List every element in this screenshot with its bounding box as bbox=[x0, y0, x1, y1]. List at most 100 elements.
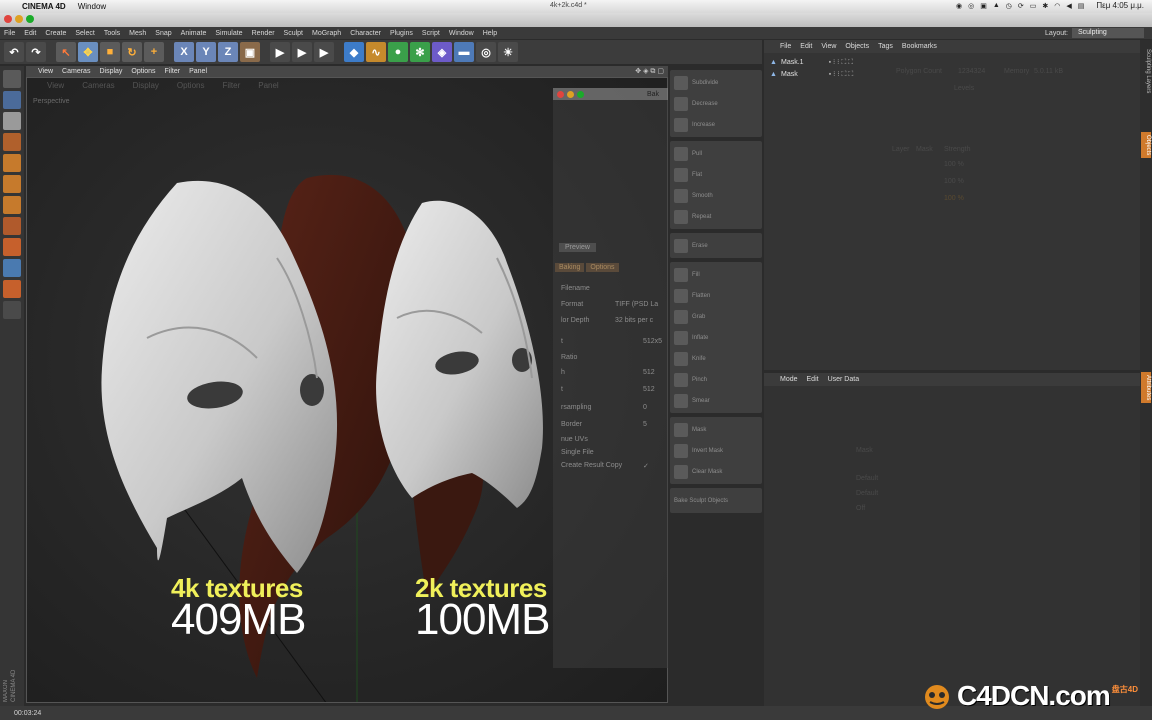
light-icon[interactable]: ☀ bbox=[498, 42, 518, 62]
time-machine-icon[interactable]: ◷ bbox=[1006, 2, 1012, 10]
tray-icon[interactable]: ◎ bbox=[968, 2, 974, 10]
add-icon[interactable]: + bbox=[144, 42, 164, 62]
sculpt-tool-clear-mask[interactable]: Clear Mask bbox=[670, 461, 762, 482]
bake-tab-options[interactable]: Options bbox=[586, 263, 619, 272]
objmgr-menu-bookmarks[interactable]: Bookmarks bbox=[902, 43, 937, 50]
app-menu[interactable]: CINEMA 4D bbox=[22, 2, 66, 11]
cube-icon[interactable]: ◆ bbox=[344, 42, 364, 62]
attrmgr-menu-edit[interactable]: Edit bbox=[807, 376, 819, 383]
array-icon[interactable]: ✻ bbox=[410, 42, 430, 62]
bake-width-field[interactable]: 512 bbox=[643, 369, 655, 376]
sculpt-tool-bake[interactable]: Bake Sculpt Objects bbox=[670, 490, 762, 511]
zoom-button[interactable] bbox=[26, 15, 34, 23]
workplane-icon[interactable] bbox=[3, 133, 21, 151]
spline-icon[interactable]: ∿ bbox=[366, 42, 386, 62]
display-icon[interactable]: ▭ bbox=[1030, 2, 1037, 10]
edges-mode-icon[interactable] bbox=[3, 175, 21, 193]
sculpt-tool-fill[interactable]: Fill bbox=[670, 264, 762, 285]
menu-file[interactable]: File bbox=[4, 30, 15, 37]
viewport-menu-filter[interactable]: Filter bbox=[165, 68, 181, 75]
layout-select[interactable]: Sculpting bbox=[1072, 28, 1144, 38]
points-mode-icon[interactable] bbox=[3, 154, 21, 172]
menu-select[interactable]: Select bbox=[75, 30, 94, 37]
menu-window[interactable]: Window bbox=[449, 30, 474, 37]
sculpt-tool-erase[interactable]: Erase bbox=[670, 235, 762, 256]
attrmgr-menu-mode[interactable]: Mode bbox=[780, 376, 798, 383]
y-axis-icon[interactable]: Y bbox=[196, 42, 216, 62]
viewport-menu-cameras[interactable]: Cameras bbox=[62, 68, 90, 75]
menu-mograph[interactable]: MoGraph bbox=[312, 30, 341, 37]
menu-tools[interactable]: Tools bbox=[104, 30, 120, 37]
bake-create-copy-checkbox[interactable]: ✓ bbox=[643, 462, 649, 470]
render-settings-icon[interactable]: ▶ bbox=[314, 42, 334, 62]
viewport-menu-options[interactable]: Options bbox=[131, 68, 155, 75]
bake-row-value[interactable]: 512x5 bbox=[643, 338, 662, 345]
menu-script[interactable]: Script bbox=[422, 30, 440, 37]
menu-snap[interactable]: Snap bbox=[155, 30, 171, 37]
deformer-icon[interactable]: ◈ bbox=[432, 42, 452, 62]
redo-icon[interactable]: ↷ bbox=[26, 42, 46, 62]
menu-character[interactable]: Character bbox=[350, 30, 381, 37]
bake-depth-select[interactable]: 32 bits per c bbox=[615, 317, 653, 324]
make-editable-icon[interactable] bbox=[3, 70, 21, 88]
planar-workplane-icon[interactable] bbox=[3, 301, 21, 319]
wifi-icon[interactable]: ◠ bbox=[1054, 2, 1060, 10]
model-mode-icon[interactable] bbox=[3, 91, 21, 109]
tab-attributes[interactable]: Attributes bbox=[1141, 372, 1151, 404]
objmgr-menu-file[interactable]: File bbox=[780, 43, 791, 50]
sculpt-tool-smooth[interactable]: Smooth bbox=[670, 185, 762, 206]
bake-format-select[interactable]: TIFF (PSD La bbox=[615, 301, 658, 308]
menu-sculpt[interactable]: Sculpt bbox=[284, 30, 303, 37]
volume-icon[interactable]: ◀ bbox=[1066, 2, 1071, 10]
menu-plugins[interactable]: Plugins bbox=[390, 30, 413, 37]
menu-create[interactable]: Create bbox=[45, 30, 66, 37]
sculpt-tool-knife[interactable]: Knife bbox=[670, 348, 762, 369]
tray-icon[interactable]: ▣ bbox=[980, 2, 987, 10]
polygons-mode-icon[interactable] bbox=[3, 196, 21, 214]
sculpt-tool-increase[interactable]: Increase bbox=[670, 114, 762, 135]
object-flags[interactable]: ▪ ⁝ ⁝ ⛶ ⛶ bbox=[829, 70, 854, 79]
window-menu[interactable]: Window bbox=[78, 2, 106, 11]
objmgr-menu-tags[interactable]: Tags bbox=[878, 43, 893, 50]
tab-sculpting-layers[interactable]: Sculpting Layers bbox=[1141, 46, 1151, 96]
rotate-icon[interactable]: ↻ bbox=[122, 42, 142, 62]
clock[interactable]: Πεμ 4:05 μ.μ. bbox=[1096, 1, 1144, 10]
sculpt-tool-subdivide[interactable]: Subdivide bbox=[670, 72, 762, 93]
sculpt-tool-mask[interactable]: Mask bbox=[670, 419, 762, 440]
select-icon[interactable]: ↖ bbox=[56, 42, 76, 62]
object-row[interactable]: ▲ Mask.1 ▪ ⁝ ⁝ ⛶ ⛶ bbox=[770, 58, 853, 67]
object-flags[interactable]: ▪ ⁝ ⁝ ⛶ ⛶ bbox=[829, 58, 854, 67]
sculpt-tool-flat[interactable]: Flat bbox=[670, 164, 762, 185]
viewport-nav-icons[interactable]: ✥ ◈ ⧉ ▢ bbox=[635, 67, 664, 76]
x-axis-icon[interactable]: X bbox=[174, 42, 194, 62]
objmgr-menu-view[interactable]: View bbox=[821, 43, 836, 50]
viewport-menu-view[interactable]: View bbox=[38, 68, 53, 75]
undo-icon[interactable]: ↶ bbox=[4, 42, 24, 62]
render-view-icon[interactable]: ▶ bbox=[270, 42, 290, 62]
bake-border-field[interactable]: 5 bbox=[643, 421, 647, 428]
menu-help[interactable]: Help bbox=[483, 30, 497, 37]
sculpt-tool-repeat[interactable]: Repeat bbox=[670, 206, 762, 227]
minimize-button[interactable] bbox=[15, 15, 23, 23]
bake-close-button[interactable] bbox=[557, 90, 564, 98]
coordinate-system-icon[interactable]: ▣ bbox=[240, 42, 260, 62]
bake-supersampling-field[interactable]: 0 bbox=[643, 404, 647, 411]
close-button[interactable] bbox=[4, 15, 12, 23]
object-row[interactable]: ▲ Mask ▪ ⁝ ⁝ ⛶ ⛶ bbox=[770, 70, 853, 79]
bake-height-field[interactable]: 512 bbox=[643, 386, 655, 393]
lock-workplane-icon[interactable] bbox=[3, 280, 21, 298]
sculpt-tool-smear[interactable]: Smear bbox=[670, 390, 762, 411]
sculpt-tool-decrease[interactable]: Decrease bbox=[670, 93, 762, 114]
bake-tab-baking[interactable]: Baking bbox=[555, 263, 585, 272]
viewport-menu-panel[interactable]: Panel bbox=[189, 68, 207, 75]
objmgr-menu-edit[interactable]: Edit bbox=[800, 43, 812, 50]
sculpt-tool-flatten[interactable]: Flatten bbox=[670, 285, 762, 306]
texture-mode-icon[interactable] bbox=[3, 112, 21, 130]
render-picture-icon[interactable]: ▶ bbox=[292, 42, 312, 62]
bake-zoom-button[interactable] bbox=[577, 90, 584, 98]
menu-simulate[interactable]: Simulate bbox=[215, 30, 242, 37]
menu-edit[interactable]: Edit bbox=[24, 30, 36, 37]
attrmgr-menu-user-data[interactable]: User Data bbox=[828, 376, 860, 383]
menu-animate[interactable]: Animate bbox=[181, 30, 207, 37]
sculpt-tool-pull[interactable]: Pull bbox=[670, 143, 762, 164]
